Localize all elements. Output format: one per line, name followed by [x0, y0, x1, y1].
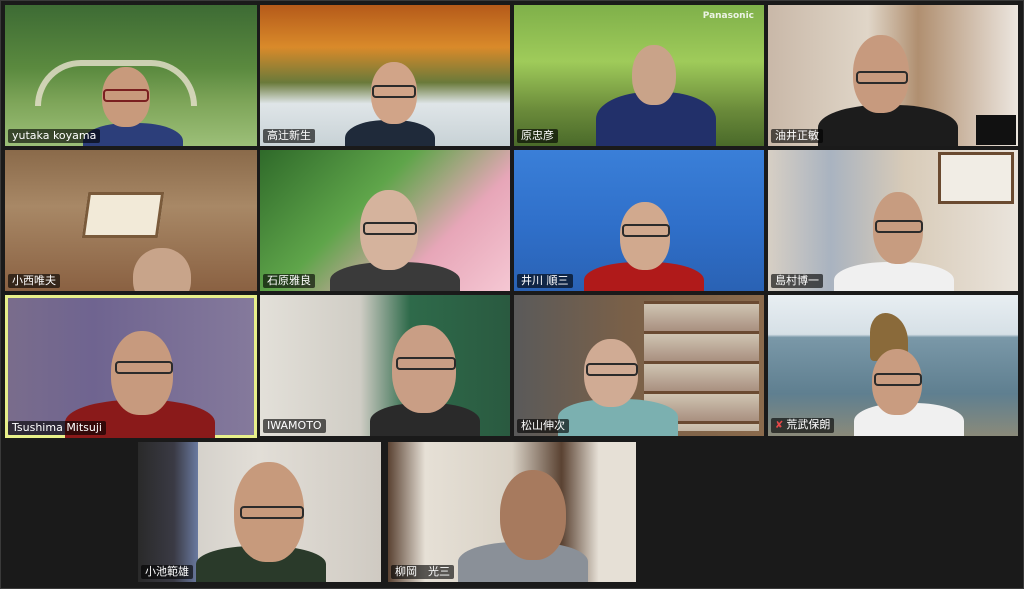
participant-name-label: IWAMOTO [263, 419, 326, 433]
participant-tile[interactable]: 小池範雄 [138, 442, 381, 582]
glasses [874, 373, 922, 386]
participant-tile[interactable]: 島村博一 [768, 150, 1018, 291]
participant-tile[interactable]: yutaka koyama [5, 5, 257, 146]
hanging-clothes [138, 442, 198, 582]
participant-name-label: 原忠彦 [517, 129, 558, 143]
glasses [103, 89, 149, 102]
participant-tile-active-speaker[interactable]: Tsushima Mitsuji [5, 295, 257, 438]
participant-tile[interactable]: 井川 順三 [514, 150, 764, 291]
participant-tile[interactable]: 小西唯夫 [5, 150, 257, 291]
glasses [622, 224, 670, 237]
participant-name-label: 小池範雄 [141, 565, 193, 579]
participant-tile[interactable]: 石原雅良 [260, 150, 510, 291]
glasses [856, 71, 908, 84]
participant-tile[interactable]: 油井正敏 [768, 5, 1018, 146]
participant-name-label: 柳岡 光三 [391, 565, 454, 579]
participant-name-label: 高辻新生 [263, 129, 315, 143]
muted-mic-icon: ✘ [775, 420, 784, 431]
participant-name-label: 井川 順三 [517, 274, 573, 288]
participant-tile[interactable]: ✘ 荒武保朗 [768, 295, 1018, 436]
participant-face [133, 248, 191, 291]
participant-tile[interactable]: 松山伸次 [514, 295, 764, 436]
participant-name-label: yutaka koyama [8, 129, 101, 143]
glasses [396, 357, 456, 370]
participant-face [500, 470, 566, 560]
picture-frame [938, 152, 1014, 204]
participant-face [632, 45, 676, 105]
glasses [115, 361, 173, 374]
participant-name-label: 石原雅良 [263, 274, 315, 288]
participant-tile[interactable]: 高辻新生 [260, 5, 510, 146]
monitor [976, 115, 1016, 145]
camera-watermark: Panasonic [702, 11, 754, 21]
participant-tile[interactable]: IWAMOTO [260, 295, 510, 436]
glasses [363, 222, 417, 235]
participant-name-label: 松山伸次 [517, 419, 569, 433]
video-gallery: yutaka koyama 高辻新生 Panasonic 原忠彦 油井正敏 小西… [0, 0, 1024, 589]
participant-tile[interactable]: 柳岡 光三 [388, 442, 636, 582]
participant-tile[interactable]: Panasonic 原忠彦 [514, 5, 764, 146]
participant-name-label: Tsushima Mitsuji [8, 421, 106, 435]
glasses [372, 85, 416, 98]
glasses [586, 363, 638, 376]
glasses [240, 506, 304, 519]
participant-name-label: 油井正敏 [771, 129, 823, 143]
participant-name-label: ✘ 荒武保朗 [771, 418, 835, 433]
participant-name-label: 島村博一 [771, 274, 823, 288]
participant-name-label: 小西唯夫 [8, 274, 60, 288]
participant-body [834, 262, 954, 291]
ceiling-light [81, 192, 165, 238]
glasses [875, 220, 923, 233]
